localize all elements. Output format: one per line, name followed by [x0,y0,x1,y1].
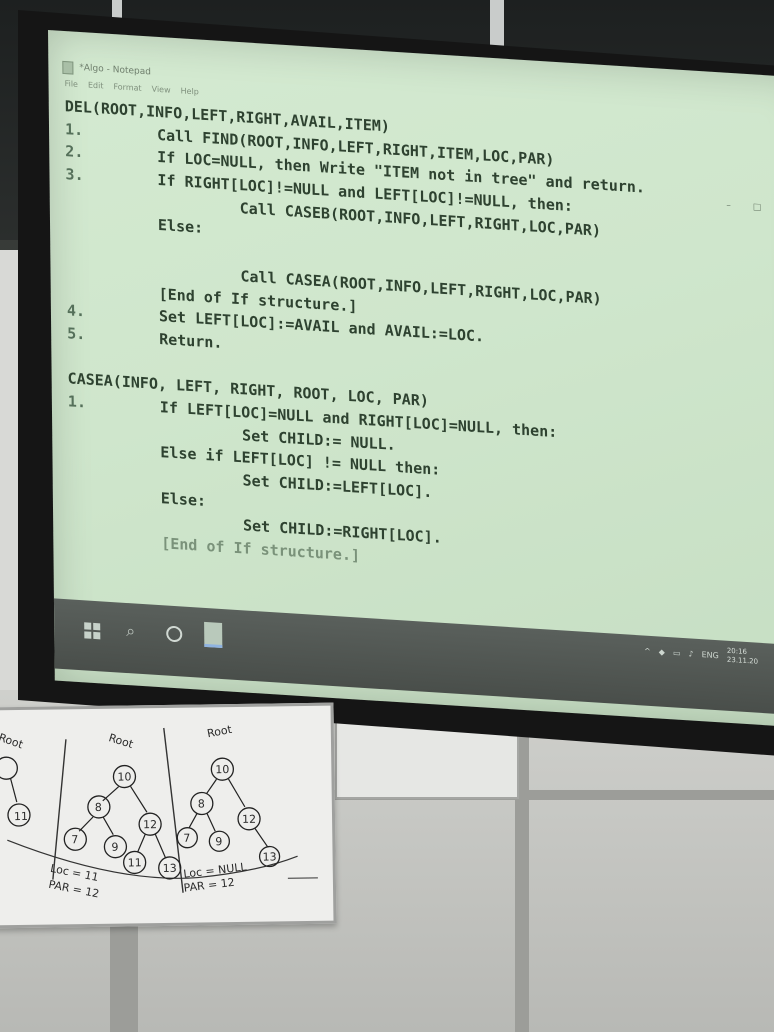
line-step-number [68,452,160,458]
tray-clock[interactable]: 20:16 23.11.20 [727,647,758,667]
system-tray: ^ ◆ ▭ ♪ ENG 20:16 23.11.20 [644,642,758,667]
tray-chevron-icon[interactable]: ^ [644,646,651,655]
node-label: 13 [163,862,177,875]
tray-volume-icon[interactable]: ♪ [688,649,693,658]
menu-format[interactable]: Format [113,82,141,93]
tray-network-icon[interactable]: ▭ [673,648,681,657]
line-step-number [66,202,158,208]
classroom-scene: *Algo - Notepad File Edit Format View He… [0,0,774,1032]
label-root-right: Root [206,723,234,741]
node-label: 9 [111,841,118,854]
line-step-number [69,520,161,526]
whiteboard: Root 11 Root 10 8 12 7 9 11 13 Loc = 11 … [0,702,337,929]
cortana-icon[interactable] [166,625,183,643]
node-label: 12 [242,813,256,826]
node-label: 10 [215,763,229,776]
node-label: 11 [14,810,28,823]
code-text: Else: [157,216,204,238]
node-label: 8 [198,797,205,810]
notepad-menubar: File Edit Format View Help [65,79,199,96]
tray-app-icon[interactable]: ◆ [659,647,665,656]
line-step-number [66,270,158,276]
code-text: Else: [160,488,207,510]
label-root-left: Root [0,731,25,752]
menu-edit[interactable]: Edit [88,81,104,91]
clock-date: 23.11.20 [726,655,759,666]
line-step-number [66,225,158,231]
line-step-number [69,474,161,480]
line-step-number [69,497,161,503]
line-step-number [68,429,160,435]
node-label: 11 [128,856,142,869]
node-label: 7 [71,833,78,846]
menu-help[interactable]: Help [181,86,199,96]
windows-start-icon[interactable] [84,622,101,640]
line-step-number [69,542,161,548]
node-label: 13 [263,850,277,863]
code-text: Return. [159,329,223,352]
node-label: 7 [183,832,190,845]
node-label: 10 [117,770,131,783]
notepad-icon [62,60,74,75]
menu-file[interactable]: File [65,79,78,89]
node-label: 9 [215,835,222,848]
notepad-titlebar: *Algo - Notepad [62,59,151,81]
line-step-number [67,293,159,299]
menu-view[interactable]: View [152,85,171,95]
tree-sketches: Root 11 Root 10 8 12 7 9 11 13 Loc = 11 … [0,723,318,901]
node-label: 8 [95,801,102,814]
search-icon[interactable]: ⌕ [126,621,135,642]
notepad-text-area[interactable]: DEL(ROOT,INFO,LEFT,RIGHT,AVAIL,ITEM) 1. Ca… [65,95,774,596]
node-label: 12 [143,818,157,831]
tree-node [0,756,18,780]
label-root-mid: Root [107,731,135,751]
tray-language[interactable]: ENG [702,650,719,660]
window-title: *Algo - Notepad [79,62,152,78]
projected-desktop: *Algo - Notepad File Edit Format View He… [48,30,774,729]
taskbar-notepad-icon[interactable] [204,621,223,649]
